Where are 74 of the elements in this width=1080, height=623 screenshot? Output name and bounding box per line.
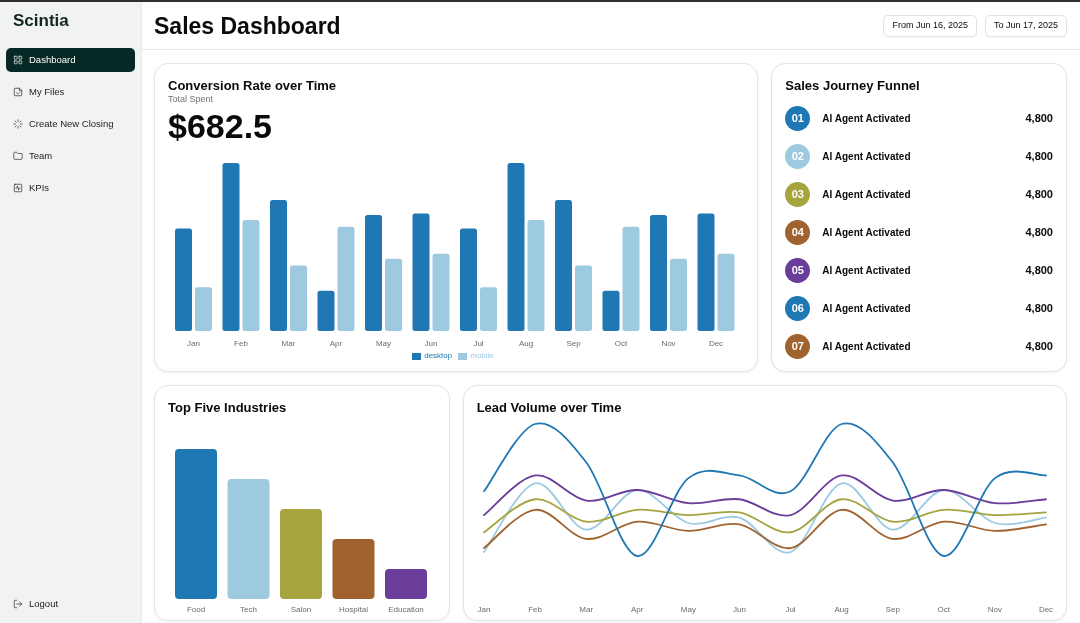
- nav-item[interactable]: Dashboard: [6, 48, 135, 72]
- axis-label: Jan: [187, 339, 200, 348]
- step-value: 4,800: [1025, 187, 1053, 203]
- date-range-button[interactable]: To Jun 17, 2025: [984, 14, 1067, 37]
- step-value: 4,800: [1025, 225, 1053, 241]
- axis-label: Oct: [937, 605, 950, 614]
- axis-label: Jun: [424, 339, 438, 348]
- legend-label: mobile: [470, 351, 494, 361]
- axis-label: Education: [388, 605, 424, 614]
- step-badge: 02: [785, 144, 811, 169]
- nav-item[interactable]: KPIs: [6, 176, 135, 200]
- axis-label: Apr: [329, 339, 343, 348]
- card-title: Lead Volume over Time: [476, 399, 623, 416]
- axis-label: May: [375, 339, 392, 348]
- step-label: AI Agent Activated: [822, 226, 911, 240]
- card-title: Top Five Industries: [168, 399, 288, 416]
- step-value: 4,800: [1025, 111, 1053, 127]
- axis-label: Dec: [708, 339, 724, 348]
- amount-label: Total Spent: [168, 94, 215, 105]
- step-badge: 04: [785, 220, 811, 245]
- step-label: AI Agent Activated: [822, 150, 911, 164]
- axis-label: Food: [186, 605, 206, 614]
- axis-label: Jul: [473, 339, 484, 348]
- logout-icon: [13, 599, 23, 609]
- loader-icon: [13, 119, 23, 129]
- axis-label: Nov: [987, 605, 1002, 614]
- sticker-icon: [13, 87, 23, 97]
- legend-label: desktop: [424, 351, 453, 361]
- step-badge: 07: [785, 334, 811, 359]
- chart-square-icon: [13, 183, 23, 193]
- axis-label: Nov: [661, 339, 676, 348]
- axis-label: Jul: [785, 605, 796, 614]
- folder-icon: [13, 151, 23, 161]
- axis-label: Hospital: [339, 605, 368, 614]
- brand-name: Scintia: [12, 11, 70, 31]
- axis-label: Jan: [477, 605, 491, 614]
- axis-label: Feb: [527, 605, 542, 614]
- axis-label: Apr: [630, 605, 644, 614]
- nav-item[interactable]: Team: [6, 144, 135, 168]
- axis-label: Dec: [1038, 605, 1053, 614]
- total-amount: $682.5: [168, 108, 273, 144]
- axis-label: Jun: [732, 605, 746, 614]
- axis-label: Oct: [614, 339, 628, 348]
- axis-label: Mar: [578, 605, 593, 614]
- axis-label: Sep: [566, 339, 581, 348]
- axis-label: May: [680, 605, 696, 614]
- axis-label: Feb: [234, 339, 248, 348]
- step-label: AI Agent Activated: [822, 302, 911, 316]
- nav-item[interactable]: Create New Closing: [6, 112, 135, 136]
- axis-label: Tech: [240, 605, 257, 614]
- date-range-button[interactable]: From Jun 16, 2025: [883, 14, 977, 37]
- step-badge: 05: [785, 258, 811, 283]
- grid-icon: [13, 55, 23, 65]
- nav-item[interactable]: My Files: [6, 80, 135, 104]
- step-label: AI Agent Activated: [822, 188, 911, 202]
- axis-label: Mar: [281, 339, 296, 348]
- step-value: 4,800: [1025, 339, 1053, 355]
- step-badge: 06: [785, 296, 811, 321]
- step-label: AI Agent Activated: [822, 340, 911, 354]
- card-title: Conversion Rate over Time: [168, 77, 338, 94]
- step-label: AI Agent Activated: [822, 112, 911, 126]
- step-badge: 01: [785, 106, 811, 131]
- page-title: Sales Dashboard: [154, 11, 341, 40]
- logout-button[interactable]: Logout: [6, 592, 135, 616]
- axis-label: Salon: [290, 605, 312, 614]
- axis-label: Aug: [518, 339, 534, 348]
- card-title: Sales Journey Funnel: [785, 77, 921, 94]
- step-value: 4,800: [1025, 301, 1053, 317]
- step-badge: 03: [785, 182, 811, 207]
- axis-label: Sep: [885, 605, 900, 614]
- step-label: AI Agent Activated: [822, 264, 911, 278]
- step-value: 4,800: [1025, 263, 1053, 279]
- step-value: 4,800: [1025, 149, 1053, 165]
- axis-label: Aug: [834, 605, 849, 614]
